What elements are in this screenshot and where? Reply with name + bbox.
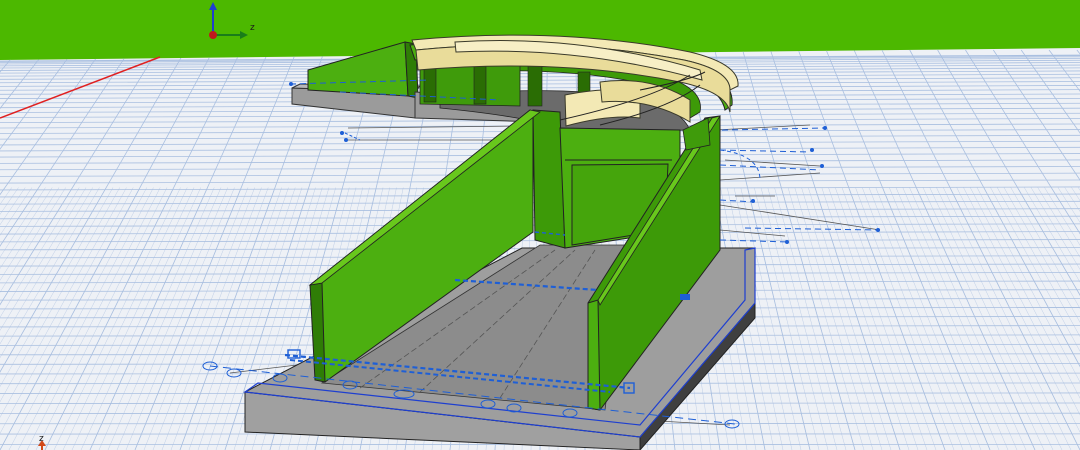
model-scene[interactable]: z z: [0, 0, 1080, 450]
3d-viewport[interactable]: z z: [0, 0, 1080, 450]
triad-origin-icon: [209, 31, 217, 39]
corner-z-label: z: [39, 434, 44, 444]
triad-axis-label: z: [250, 23, 255, 33]
